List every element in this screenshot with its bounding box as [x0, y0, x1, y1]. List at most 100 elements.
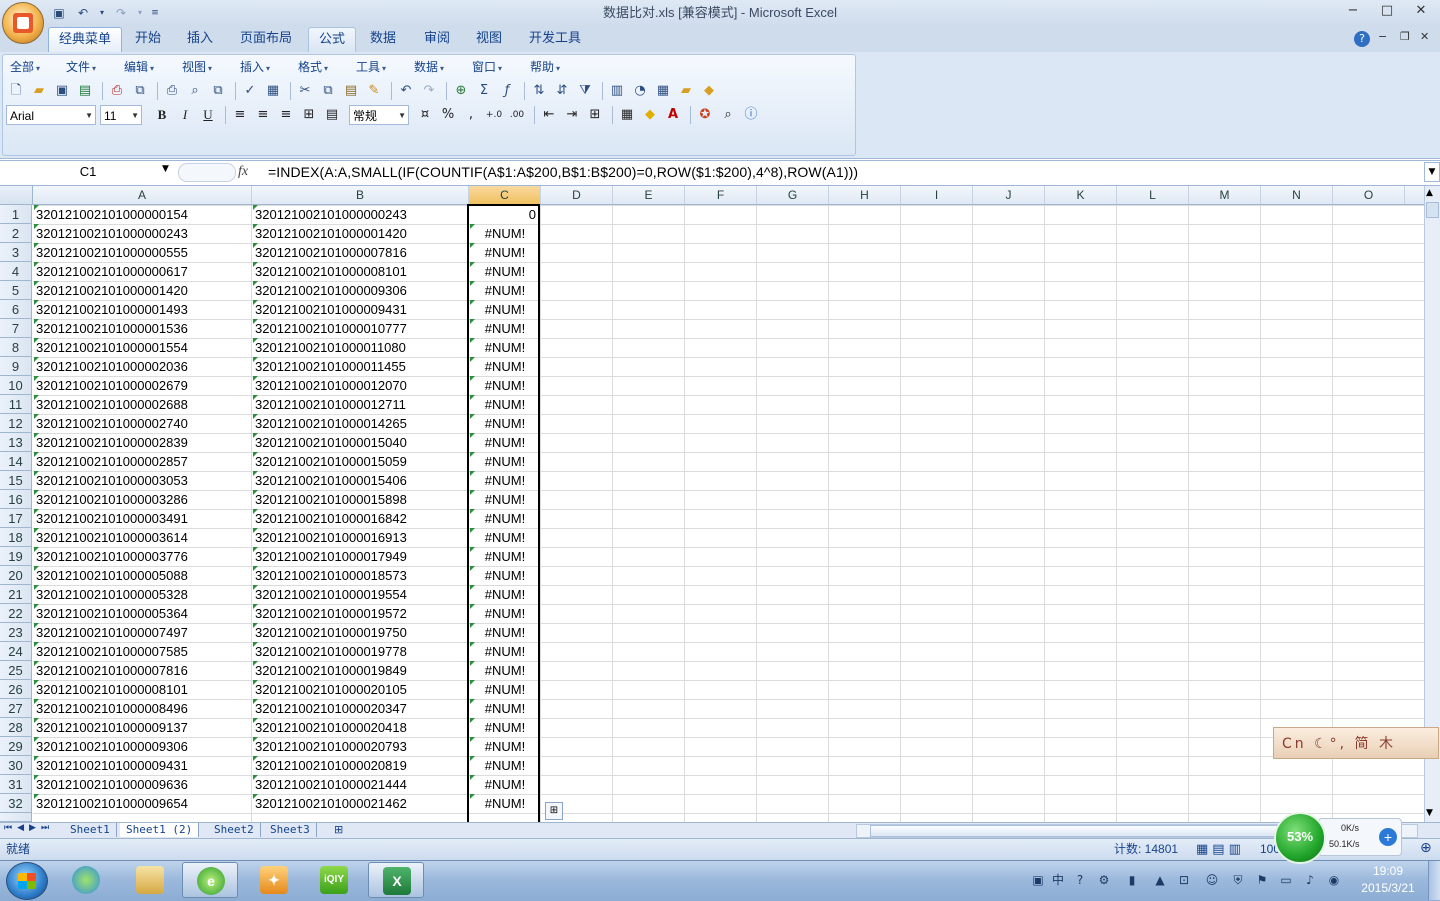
cell-a[interactable]: 320121002101000008496 [34, 699, 253, 718]
tray-360-icon[interactable]: ◉ [1326, 872, 1342, 888]
research-book-icon[interactable]: ▦ [263, 81, 283, 101]
menu-item-6[interactable]: 工具 ▾ [356, 58, 386, 76]
cell-b[interactable]: 320121002101000007816 [253, 243, 470, 262]
row-header[interactable]: 16 [0, 490, 32, 509]
paste-options-icon[interactable]: ⊞ [545, 802, 563, 820]
customize-qat-icon[interactable]: ≡ [150, 5, 160, 21]
row-header[interactable]: 27 [0, 699, 32, 718]
taskbar-app-browser[interactable]: e [182, 862, 238, 898]
tray-monitor-icon[interactable]: ▭ [1278, 872, 1294, 888]
cell-a[interactable]: 320121002101000007816 [34, 661, 253, 680]
cell-a[interactable]: 320121002101000005364 [34, 604, 253, 623]
tray-ime-icon[interactable]: ▣ [1030, 872, 1046, 888]
tray-network-icon[interactable]: ⊡ [1176, 872, 1192, 888]
row-header[interactable]: 7 [0, 319, 32, 338]
row-header[interactable]: 8 [0, 338, 32, 357]
percent-button[interactable]: % [438, 105, 458, 125]
comma-button[interactable]: , [461, 105, 481, 125]
folder-icon[interactable]: ▰ [676, 81, 696, 101]
column-header-j[interactable]: J [973, 186, 1045, 204]
row-header[interactable]: 25 [0, 661, 32, 680]
menu-item-2[interactable]: 编辑 ▾ [124, 58, 154, 76]
sheet-tab-1[interactable]: Sheet1 (2) [120, 823, 200, 837]
row-header[interactable]: 5 [0, 281, 32, 300]
cell-a[interactable]: 320121002101000003286 [34, 490, 253, 509]
filter-icon[interactable]: ⧩ [575, 81, 595, 101]
row-header[interactable]: 4 [0, 262, 32, 281]
formula-input[interactable]: =INDEX(A:A,SMALL(IF(COUNTIF(A$1:A$200,B$… [268, 162, 858, 182]
taskbar-app-explorer[interactable] [122, 862, 178, 898]
cell-b[interactable]: 320121002101000000243 [253, 205, 470, 224]
start-button[interactable] [6, 862, 48, 900]
cell-a[interactable]: 320121002101000007585 [34, 642, 253, 661]
cell-a[interactable]: 320121002101000007497 [34, 623, 253, 642]
undo-icon[interactable]: ↶ [396, 81, 416, 101]
bold-button[interactable]: B [152, 105, 172, 125]
tab-5[interactable]: 数据 [360, 27, 406, 51]
cell-a[interactable]: 320121002101000009137 [34, 718, 253, 737]
view-mode-icons[interactable]: ▦▤▥ [1196, 842, 1245, 857]
zoom-in-icon[interactable]: ⊕ [1420, 840, 1432, 856]
cell-a[interactable]: 320121002101000002857 [34, 452, 253, 471]
taskbar-app-butterfly[interactable] [58, 862, 114, 898]
tab-8[interactable]: 开发工具 [518, 27, 592, 51]
tray-expand-icon[interactable]: ▲ [1152, 872, 1168, 888]
row-header[interactable]: 32 [0, 794, 32, 813]
cell-b[interactable]: 320121002101000020819 [253, 756, 470, 775]
cell-a[interactable]: 320121002101000001536 [34, 319, 253, 338]
cell-b[interactable]: 320121002101000014265 [253, 414, 470, 433]
menu-item-4[interactable]: 插入 ▾ [240, 58, 270, 76]
decrease-decimal-icon[interactable]: .00 [507, 105, 527, 125]
underline-button[interactable]: U [198, 105, 218, 125]
row-header[interactable]: 19 [0, 547, 32, 566]
align-center-icon[interactable]: ≡ [253, 105, 273, 125]
format-painter-icon[interactable]: ✎ [364, 81, 384, 101]
insert-function-icon[interactable]: fx [238, 162, 248, 182]
tray-settings-icon[interactable]: ⚙ [1096, 872, 1112, 888]
row-header[interactable]: 9 [0, 357, 32, 376]
cell-a[interactable]: 320121002101000003776 [34, 547, 253, 566]
redo-dropdown-icon[interactable]: ▾ [136, 5, 144, 21]
cut-icon[interactable]: ✂ [295, 81, 315, 101]
cell-b[interactable]: 320121002101000016913 [253, 528, 470, 547]
sheet-tab-0[interactable]: Sheet1 [64, 823, 117, 837]
align-left-icon[interactable]: ≡ [230, 105, 250, 125]
workbook-restore-icon[interactable]: ❐ [1400, 30, 1410, 43]
cell-b[interactable]: 320121002101000020793 [253, 737, 470, 756]
cell-b[interactable]: 320121002101000010777 [253, 319, 470, 338]
autosum-icon[interactable]: Σ [474, 81, 494, 101]
row-header[interactable]: 13 [0, 433, 32, 452]
row-header[interactable]: 18 [0, 528, 32, 547]
cell-a[interactable]: 320121002101000003614 [34, 528, 253, 547]
cell-b[interactable]: 320121002101000001420 [253, 224, 470, 243]
cell-a[interactable]: 320121002101000005328 [34, 585, 253, 604]
menu-item-3[interactable]: 视图 ▾ [182, 58, 212, 76]
column-header-c[interactable]: C [469, 186, 541, 204]
cell-b[interactable]: 320121002101000021444 [253, 775, 470, 794]
menu-item-0[interactable]: 全部 ▾ [10, 58, 40, 76]
row-header[interactable]: 28 [0, 718, 32, 737]
chevron-down-icon[interactable]: ▼ [162, 164, 169, 174]
cell-b[interactable]: 320121002101000020347 [253, 699, 470, 718]
row-header[interactable]: 15 [0, 471, 32, 490]
tray-help-icon[interactable]: ? [1072, 872, 1088, 888]
tray-security-icon[interactable]: ⛨ [1230, 872, 1246, 888]
menu-item-8[interactable]: 窗口 ▾ [472, 58, 502, 76]
row-header[interactable]: 17 [0, 509, 32, 528]
number-format-combo[interactable]: 常规 ▼ [349, 105, 409, 125]
taskbar-app-tools[interactable]: ✦ [246, 862, 302, 898]
cell-a[interactable]: 320121002101000001420 [34, 281, 253, 300]
cell-b[interactable]: 320121002101000015406 [253, 471, 470, 490]
cell-a[interactable]: 320121002101000000243 [34, 224, 253, 243]
row-header[interactable]: 30 [0, 756, 32, 775]
menu-item-5[interactable]: 格式 ▾ [298, 58, 328, 76]
scroll-down-icon[interactable]: ▼ [1426, 808, 1433, 818]
sheet-nav-icons[interactable]: ⏮◀▶⏭ [4, 823, 54, 833]
row-header[interactable]: 10 [0, 376, 32, 395]
row-header[interactable]: 20 [0, 566, 32, 585]
save-icon[interactable]: ▣ [50, 5, 68, 21]
cell-a[interactable]: 320121002101000002740 [34, 414, 253, 433]
workbook-minimize-icon[interactable]: − [1378, 30, 1387, 43]
row-header[interactable]: 2 [0, 224, 32, 243]
hyperlink-icon[interactable]: ⊕ [451, 81, 471, 101]
